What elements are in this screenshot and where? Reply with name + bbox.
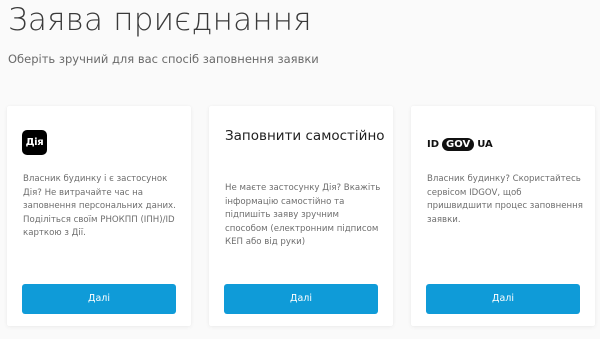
page-subtitle: Оберіть зручний для вас спосіб заповненн… [8, 52, 319, 66]
idgov-next-button[interactable]: Далі [426, 284, 580, 314]
method-cards: Дія Власник будинку і є застосунок Дія? … [7, 106, 600, 339]
manual-method-heading: Заповнити самостійно [225, 128, 385, 144]
idgov-logo-ua: UA [477, 138, 493, 150]
application-page: Заява приєднання Оберіть зручний для вас… [0, 0, 600, 339]
manual-method-card: Заповнити самостійно Не маєте застосунку… [209, 106, 393, 326]
manual-method-description: Не маєте застосунку Дія? Вкажіть інформа… [225, 183, 381, 247]
manual-next-button[interactable]: Далі [224, 284, 378, 314]
page-title: Заява приєднання [8, 2, 312, 38]
idgov-logo-gov: GOV [442, 137, 475, 151]
diia-next-button[interactable]: Далі [22, 284, 176, 314]
diia-logo: Дія [22, 130, 47, 155]
idgov-method-card: ID GOV UA Власник будинку? Скористайтесь… [411, 106, 595, 326]
diia-method-card: Дія Власник будинку і є застосунок Дія? … [7, 106, 191, 326]
diia-method-description: Власник будинку і є застосунок Дія? Не в… [23, 174, 176, 238]
idgov-logo: ID GOV UA [427, 137, 493, 151]
idgov-logo-id: ID [427, 138, 440, 150]
idgov-method-description: Власник будинку? Скористайтесь сервісом … [427, 174, 583, 225]
